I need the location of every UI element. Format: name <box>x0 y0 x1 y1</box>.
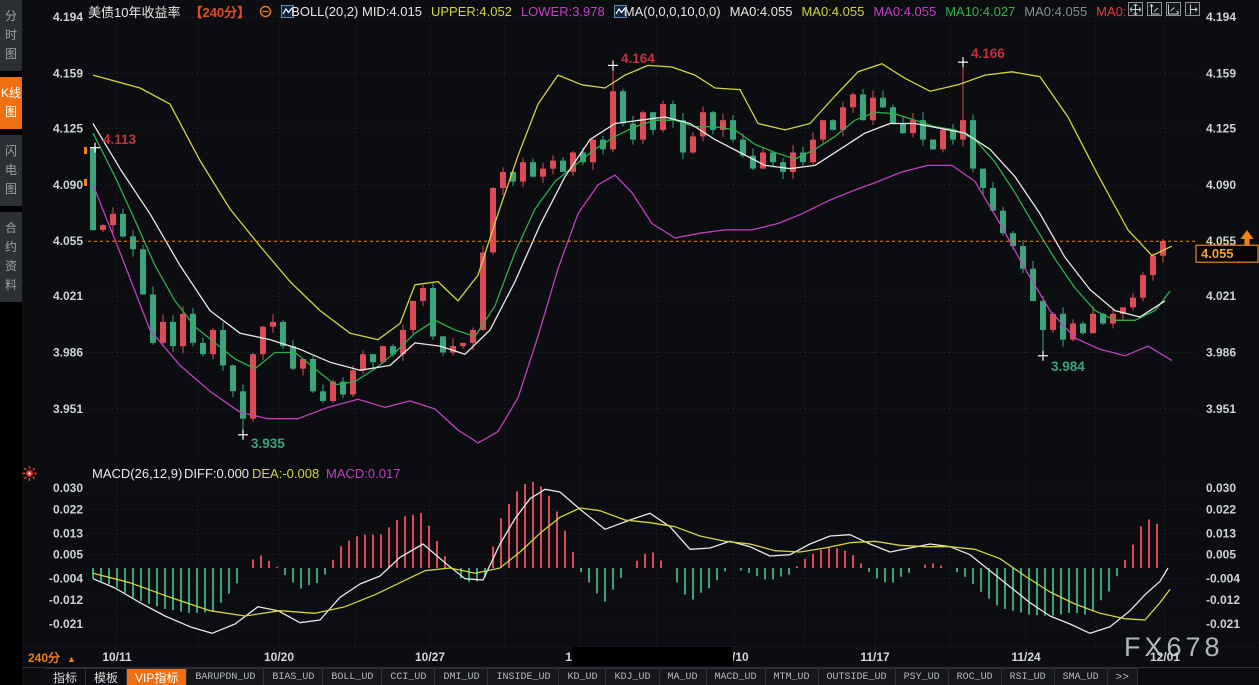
svg-text:11/24: 11/24 <box>1011 650 1041 664</box>
chart-header: 美债10年收益率 【240分】 BOLL(20,2) MID:4.015 UPPE… <box>88 3 1136 20</box>
toolbar-item-kdj-ud[interactable]: KDJ_UD <box>606 669 659 685</box>
bottom-toolbar: 指标模板VIP指标BARUPDN_UDBIAS_UDBOLL_UDCCI_UDD… <box>45 668 1138 685</box>
svg-text:4.021: 4.021 <box>53 289 83 303</box>
sidebar-item-contract[interactable]: 合约资料 <box>0 212 22 302</box>
svg-text:4.021: 4.021 <box>1206 289 1236 303</box>
svg-text:3.951: 3.951 <box>1206 402 1236 416</box>
svg-text:0.022: 0.022 <box>1206 502 1236 516</box>
svg-text:3.986: 3.986 <box>1206 346 1236 360</box>
crosshair-move-icon[interactable] <box>1128 2 1143 16</box>
svg-text:-0.021: -0.021 <box>1206 617 1240 631</box>
svg-text:-0.012: -0.012 <box>49 593 83 607</box>
svg-text:0.005: 0.005 <box>53 548 83 562</box>
toolbar-item--[interactable]: 模板 <box>86 669 127 685</box>
svg-text:4.113: 4.113 <box>103 132 137 147</box>
svg-text:DEA:-0.008: DEA:-0.008 <box>252 466 319 481</box>
sidebar-item-kline[interactable]: K线图 <box>0 77 22 129</box>
svg-text:4.055: 4.055 <box>53 234 83 248</box>
svg-text:4.194: 4.194 <box>53 10 83 24</box>
sidebar-item-flash[interactable]: 闪电图 <box>0 135 22 206</box>
svg-text:3.986: 3.986 <box>53 346 83 360</box>
timeframe-label: 240分 <box>28 651 60 665</box>
svg-text:10/27: 10/27 <box>415 650 445 664</box>
indicator-readout: MA0: <box>1096 4 1126 19</box>
toolbar-item-roc-ud[interactable]: ROC_UD <box>949 669 1002 685</box>
svg-text:0.013: 0.013 <box>1206 526 1236 540</box>
indicator-readout: MA0:4.055 <box>1024 4 1087 19</box>
svg-text:DIFF:0.000: DIFF:0.000 <box>184 466 249 481</box>
svg-text:3.935: 3.935 <box>251 436 285 451</box>
sidebar-item-fenshi[interactable]: 分时图 <box>0 0 22 71</box>
indicator-settings-icon[interactable] <box>21 465 38 487</box>
toolbar-item-psy-ud[interactable]: PSY_UD <box>896 669 949 685</box>
svg-text:4.166: 4.166 <box>971 46 1005 61</box>
svg-text:4.159: 4.159 <box>53 66 83 80</box>
svg-text:4.125: 4.125 <box>1206 121 1236 135</box>
fit-x-axis-icon[interactable] <box>1166 2 1181 16</box>
svg-text:0.005: 0.005 <box>1206 548 1236 562</box>
period-label[interactable]: 【240分】 <box>189 2 250 21</box>
symbol-title: 美债10年收益率 <box>88 2 180 21</box>
toolbar-item-outside-ud[interactable]: OUTSIDE_UD <box>819 669 896 685</box>
toolbar-item--[interactable]: 指标 <box>45 669 86 685</box>
toolbar-item-barupdn-ud[interactable]: BARUPDN_UD <box>187 669 264 685</box>
sidebar: 分时图 K线图闪电图合约资料 <box>0 0 22 685</box>
svg-text:-0.004: -0.004 <box>1206 572 1240 586</box>
toolbar-item-rsi-ud[interactable]: RSI_UD <box>1002 669 1055 685</box>
toolbar-item-mtm-ud[interactable]: MTM_UD <box>766 669 819 685</box>
last-price-tag: 4.055 <box>1201 246 1234 261</box>
toolbar-item-macd-ud[interactable]: MACD_UD <box>707 669 766 685</box>
svg-text:10/11: 10/11 <box>102 650 132 664</box>
indicator-readout: MA0:4.055 <box>801 4 864 19</box>
indicator-readout: BOLL(20,2) MID:4.015 <box>291 4 422 19</box>
svg-text:3.984: 3.984 <box>1051 359 1085 374</box>
toolbar-item-vip-[interactable]: VIP指标 <box>127 669 187 685</box>
toolbar-item-ma-ud[interactable]: MA_UD <box>660 669 707 685</box>
svg-text:4.090: 4.090 <box>1206 178 1236 192</box>
svg-text:10/20: 10/20 <box>264 650 294 664</box>
pan-right-icon[interactable] <box>1185 2 1200 16</box>
svg-text:-0.004: -0.004 <box>49 572 83 586</box>
indicator-readout: LOWER:3.978 <box>521 4 605 19</box>
svg-text:0.030: 0.030 <box>1206 481 1236 495</box>
svg-text:12/01: 12/01 <box>1150 650 1180 664</box>
toolbar-item-dmi-ud[interactable]: DMI_UD <box>435 669 488 685</box>
toolbar-item-bias-ud[interactable]: BIAS_UD <box>264 669 323 685</box>
svg-text:4.159: 4.159 <box>1206 66 1236 80</box>
toolbar-item-cci-ud[interactable]: CCI_UD <box>382 669 435 685</box>
fit-y-axis-icon[interactable] <box>1147 2 1162 16</box>
indicator-readout: MA0:4.055 <box>730 4 793 19</box>
svg-text:0.030: 0.030 <box>53 481 83 495</box>
chart-canvas[interactable]: 4.194 4.194 4.159 4.159 4.125 4.125 4.090 4.090… <box>0 0 1259 668</box>
indicator-readout: MA(0,0,0,10,0,0) <box>624 4 721 19</box>
svg-text:0.022: 0.022 <box>53 502 83 516</box>
triangle-up-icon: ▲ <box>67 654 76 664</box>
svg-text:-0.021: -0.021 <box>49 617 83 631</box>
svg-text:MACD(26,12,9): MACD(26,12,9) <box>92 466 182 481</box>
svg-text:4.194: 4.194 <box>1206 10 1236 24</box>
svg-text:MACD:0.017: MACD:0.017 <box>326 466 400 481</box>
svg-text:3.951: 3.951 <box>53 402 83 416</box>
svg-text:0.013: 0.013 <box>53 526 83 540</box>
toolbar-item-kd-ud[interactable]: KD_UD <box>559 669 606 685</box>
indicator-readout: MA0:4.055 <box>873 4 936 19</box>
indicator-readout: MA10:4.027 <box>945 4 1015 19</box>
timeframe-selector[interactable]: 240分 ▲ <box>28 649 76 666</box>
svg-text:4.164: 4.164 <box>621 51 655 66</box>
collapse-indicator-icon[interactable] <box>259 5 272 18</box>
indicator-readouts: BOLL(20,2) MID:4.015 UPPER:4.052 LOWER:3.9… <box>281 4 1135 19</box>
toolbar-item-sma-ud[interactable]: SMA_UD <box>1055 669 1108 685</box>
svg-text:11/17: 11/17 <box>860 650 890 664</box>
toolbar-item-inside-ud[interactable]: INSIDE_UD <box>488 669 559 685</box>
window-controls <box>1128 2 1200 16</box>
svg-text:4.125: 4.125 <box>53 121 83 135</box>
svg-text:4.090: 4.090 <box>53 178 83 192</box>
trading-app: 分时图 K线图闪电图合约资料 美债10年收益率 【240分】 BOLL(20,2)… <box>0 0 1259 685</box>
indicator-readout: UPPER:4.052 <box>431 4 512 19</box>
svg-text:-0.012: -0.012 <box>1206 593 1240 607</box>
toolbar-item-boll-ud[interactable]: BOLL_UD <box>323 669 382 685</box>
toolbar-more-button[interactable]: >> <box>1108 669 1138 685</box>
